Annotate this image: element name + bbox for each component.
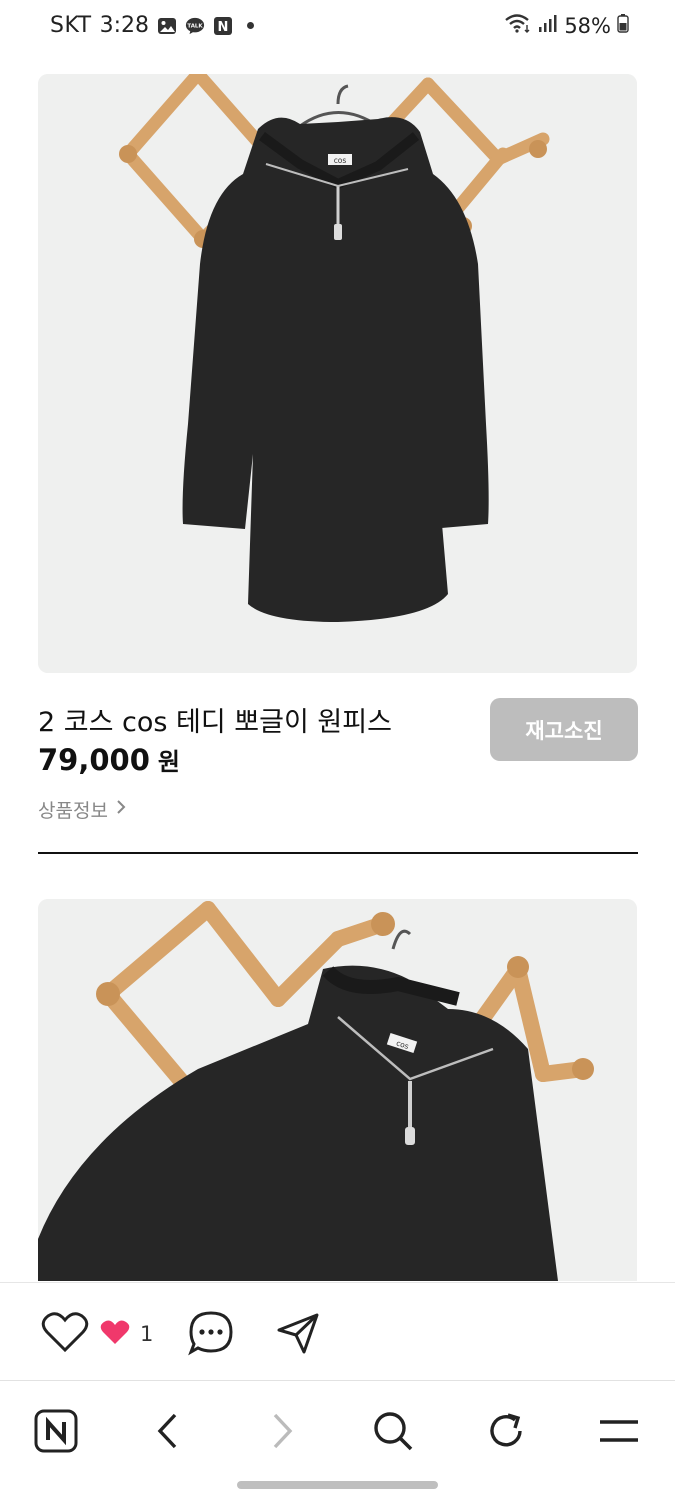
garment-label-text: cos [334,156,347,165]
share-button[interactable] [275,1313,321,1357]
battery-percent: 58% [564,13,611,38]
send-icon [276,1312,320,1358]
naver-notification-icon: N [213,16,233,36]
menu-button[interactable] [589,1403,649,1463]
sold-out-button[interactable]: 재고소진 [490,698,638,761]
wifi-icon [504,13,532,38]
notification-dot-icon [247,22,255,29]
menu-icon [597,1416,641,1450]
forward-icon [269,1412,295,1454]
status-right: 58% [504,13,629,38]
refresh-button[interactable] [476,1403,536,1463]
back-icon [155,1412,181,1454]
battery-icon [617,13,629,38]
price-value: 79,000 [38,743,150,777]
like-count: 1 [140,1322,154,1346]
heart-outline-icon [41,1311,89,1357]
reaction-bar: 1 [0,1282,675,1380]
kakaotalk-icon: TALK [185,16,205,36]
search-button[interactable] [363,1403,423,1463]
product-info: 2 코스 cos 테디 뽀글이 원피스 79,000 원 재고소진 상품정보 [38,698,638,838]
time-label: 3:28 [99,13,150,38]
back-button[interactable] [138,1403,198,1463]
status-left: SKT 3:28 TALK N [50,13,255,38]
forward-button[interactable] [252,1403,312,1463]
comment-button[interactable] [187,1311,235,1359]
naver-home-icon [34,1409,78,1457]
naver-home-button[interactable] [26,1403,86,1463]
carrier-label: SKT [50,13,92,38]
product-price: 79,000 원 [38,742,180,777]
gallery-icon [157,16,177,36]
heart-filled-icon [100,1319,130,1349]
product-title: 2 코스 cos 테디 뽀글이 원피스 [38,707,392,738]
price-unit: 원 [157,748,181,776]
product-detail-label: 상품정보 [38,800,108,822]
like-button[interactable] [40,1312,90,1356]
home-indicator[interactable] [237,1481,438,1489]
talk-badge-text: TALK [187,23,203,29]
naver-badge-text: N [218,20,229,35]
search-icon [372,1410,414,1456]
chevron-right-icon [114,798,128,821]
status-bar: SKT 3:28 TALK N 58% [0,0,675,56]
product-detail-link[interactable]: 상품정보 [38,796,128,823]
comment-icon [188,1310,234,1360]
product-photo-1[interactable]: cos [38,74,637,673]
product-photo-2[interactable]: cos [38,899,637,1281]
signal-icon [538,13,558,38]
refresh-icon [485,1410,527,1456]
section-divider [38,852,638,854]
like-count-group[interactable]: 1 [100,1319,153,1349]
